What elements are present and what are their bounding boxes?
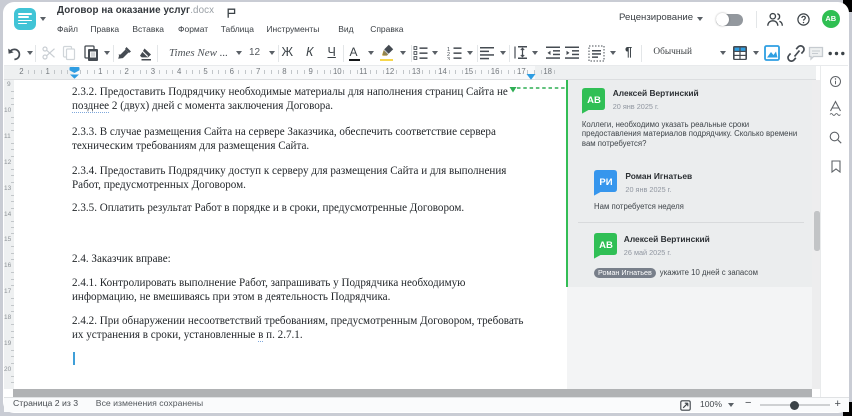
svg-text:АВ: АВ — [599, 240, 613, 251]
svg-text:АВ: АВ — [587, 95, 601, 106]
svg-text:РИ: РИ — [599, 177, 612, 188]
svg-text:3: 3 — [447, 57, 450, 60]
